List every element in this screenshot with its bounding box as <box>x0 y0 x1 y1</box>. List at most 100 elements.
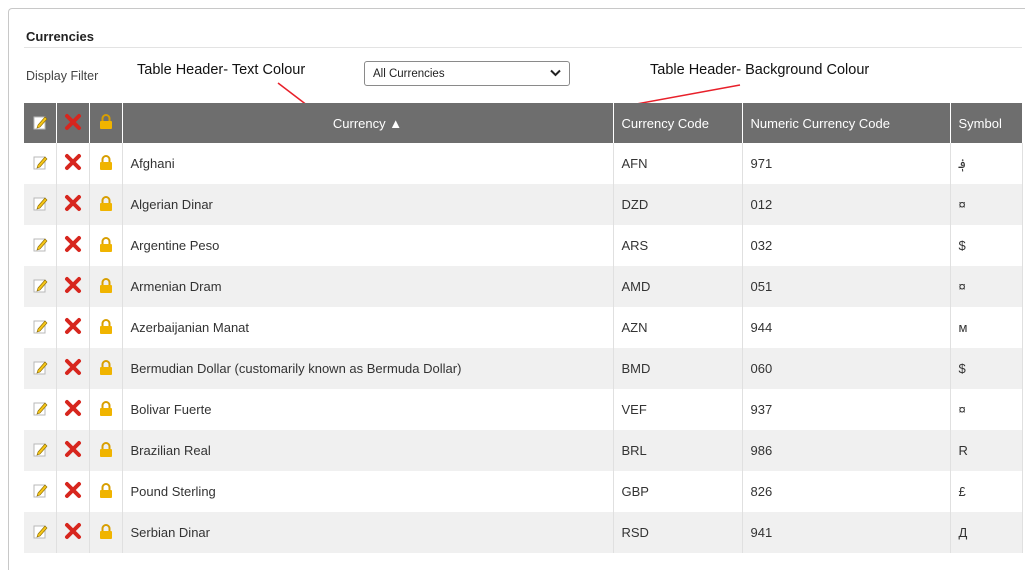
delete-cell <box>56 225 90 266</box>
delete-icon[interactable] <box>64 153 82 174</box>
numeric-code-cell: 941 <box>742 512 951 553</box>
edit-cell <box>24 348 57 389</box>
header-symbol[interactable]: Symbol <box>950 103 1023 143</box>
lock-cell <box>89 225 123 266</box>
currency-code-cell: BRL <box>613 430 743 471</box>
currencies-table: Currency ▲ Currency Code Numeric Currenc… <box>24 103 1023 553</box>
display-filter-label: Display Filter <box>26 69 99 83</box>
delete-cell <box>56 348 90 389</box>
edit-icon[interactable] <box>32 154 48 173</box>
currency-name-cell: Algerian Dinar <box>122 184 614 225</box>
edit-icon[interactable] <box>32 318 48 337</box>
delete-icon[interactable] <box>64 235 82 256</box>
panel-title: Currencies <box>26 29 94 44</box>
delete-icon[interactable] <box>64 481 82 502</box>
edit-cell <box>24 266 57 307</box>
lock-icon[interactable] <box>99 482 113 502</box>
header-edit-column <box>24 103 57 143</box>
edit-cell <box>24 512 57 553</box>
delete-cell <box>56 471 90 512</box>
edit-icon[interactable] <box>32 236 48 255</box>
lock-icon[interactable] <box>99 441 113 461</box>
symbol-cell: ؋ <box>950 143 1023 184</box>
lock-icon[interactable] <box>99 400 113 420</box>
symbol-cell: Д <box>950 512 1023 553</box>
numeric-code-cell: 986 <box>742 430 951 471</box>
symbol-cell: $ <box>950 225 1023 266</box>
table-row: Afghani AFN 971 ؋ <box>24 143 1023 184</box>
symbol-cell: £ <box>950 471 1023 512</box>
delete-icon[interactable] <box>64 440 82 461</box>
lock-cell <box>89 389 123 430</box>
currency-name-cell: Bermudian Dollar (customarily known as B… <box>122 348 614 389</box>
table-row: Armenian Dram AMD 051 ¤ <box>24 266 1023 307</box>
delete-icon[interactable] <box>64 194 82 215</box>
edit-cell <box>24 225 57 266</box>
numeric-code-cell: 032 <box>742 225 951 266</box>
edit-icon[interactable] <box>32 277 48 296</box>
currency-code-cell: AZN <box>613 307 743 348</box>
table-header-row: Currency ▲ Currency Code Numeric Currenc… <box>24 103 1023 143</box>
currency-code-cell: ARS <box>613 225 743 266</box>
delete-icon[interactable] <box>64 317 82 338</box>
numeric-code-cell: 012 <box>742 184 951 225</box>
table-row: Algerian Dinar DZD 012 ¤ <box>24 184 1023 225</box>
currency-name-cell: Azerbaijanian Manat <box>122 307 614 348</box>
pencil-notepad-icon <box>32 114 48 133</box>
edit-icon[interactable] <box>32 400 48 419</box>
table-row: Pound Sterling GBP 826 £ <box>24 471 1023 512</box>
lock-icon[interactable] <box>99 359 113 379</box>
table-row: Argentine Peso ARS 032 $ <box>24 225 1023 266</box>
display-filter-value: All Currencies <box>373 67 445 80</box>
lock-cell <box>89 143 123 184</box>
lock-icon[interactable] <box>99 154 113 174</box>
edit-icon[interactable] <box>32 195 48 214</box>
delete-cell <box>56 512 90 553</box>
currency-code-cell: AFN <box>613 143 743 184</box>
edit-cell <box>24 143 57 184</box>
delete-icon[interactable] <box>64 358 82 379</box>
lock-icon[interactable] <box>99 318 113 338</box>
lock-cell <box>89 512 123 553</box>
edit-icon[interactable] <box>32 441 48 460</box>
table-row: Bolivar Fuerte VEF 937 ¤ <box>24 389 1023 430</box>
chevron-down-icon <box>550 68 561 80</box>
edit-cell <box>24 471 57 512</box>
delete-cell <box>56 307 90 348</box>
lock-icon[interactable] <box>99 236 113 256</box>
display-filter-select[interactable]: All Currencies <box>364 61 570 86</box>
numeric-code-cell: 937 <box>742 389 951 430</box>
title-divider <box>24 47 1022 48</box>
delete-cell <box>56 389 90 430</box>
currency-name-cell: Serbian Dinar <box>122 512 614 553</box>
edit-cell <box>24 184 57 225</box>
lock-icon[interactable] <box>99 277 113 297</box>
header-numeric-currency-code[interactable]: Numeric Currency Code <box>742 103 951 143</box>
symbol-cell: R <box>950 430 1023 471</box>
lock-cell <box>89 348 123 389</box>
delete-icon[interactable] <box>64 522 82 543</box>
symbol-cell: $ <box>950 348 1023 389</box>
table-row: Brazilian Real BRL 986 R <box>24 430 1023 471</box>
edit-icon[interactable] <box>32 482 48 501</box>
symbol-cell: ¤ <box>950 389 1023 430</box>
table-row: Bermudian Dollar (customarily known as B… <box>24 348 1023 389</box>
lock-icon[interactable] <box>99 195 113 215</box>
delete-icon[interactable] <box>64 399 82 420</box>
header-currency-code[interactable]: Currency Code <box>613 103 743 143</box>
edit-cell <box>24 307 57 348</box>
numeric-code-cell: 826 <box>742 471 951 512</box>
table-row: Serbian Dinar RSD 941 Д <box>24 512 1023 553</box>
lock-icon[interactable] <box>99 523 113 543</box>
edit-icon[interactable] <box>32 359 48 378</box>
annotation-text-colour: Table Header- Text Colour <box>137 62 306 78</box>
delete-icon[interactable] <box>64 276 82 297</box>
currency-name-cell: Argentine Peso <box>122 225 614 266</box>
header-currency-sortable[interactable]: Currency ▲ <box>122 103 614 143</box>
symbol-cell: м <box>950 307 1023 348</box>
delete-cell <box>56 430 90 471</box>
edit-icon[interactable] <box>32 523 48 542</box>
currency-code-cell: AMD <box>613 266 743 307</box>
numeric-code-cell: 971 <box>742 143 951 184</box>
numeric-code-cell: 060 <box>742 348 951 389</box>
